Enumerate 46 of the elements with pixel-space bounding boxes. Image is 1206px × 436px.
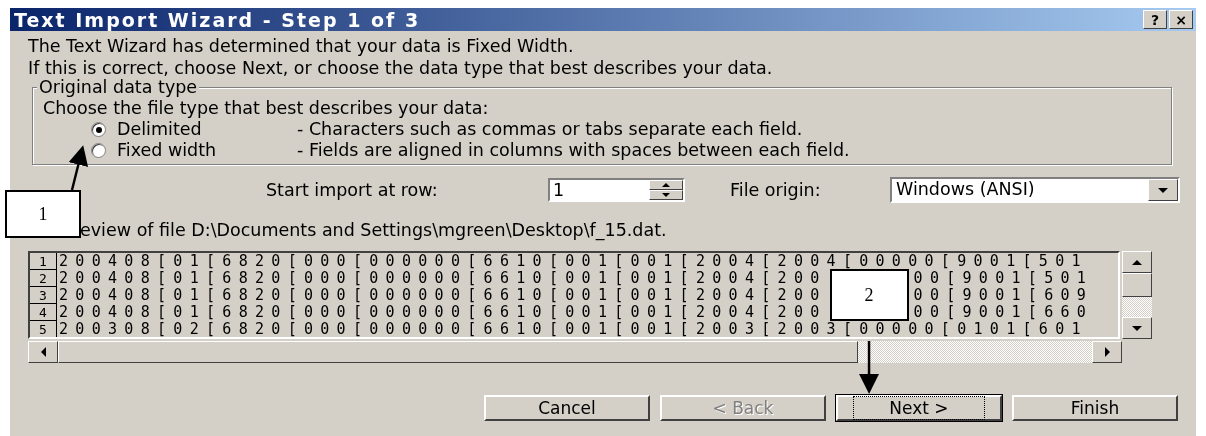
- row-text: 200308[02[6820[000[000000[6610[001[001[2003[2003[00000[0101[601: [58, 321, 1088, 337]
- callout-box: 1: [5, 190, 81, 238]
- row-text: 200408[01[6820[000[000000[6610[001[001[2004[2004[00000[9001[501: [58, 253, 1088, 270]
- row-number: 5: [30, 321, 57, 337]
- row-text: 200408[01[6820[000[000000[6610[001[001[2004[200: [58, 287, 827, 304]
- wizard-button[interactable]: Finish: [1012, 395, 1178, 421]
- dropdown-arrow-icon: [1158, 187, 1168, 193]
- group-label: Original data type: [37, 76, 200, 98]
- intro-text: If this is correct, choose Next, or choose the data type that best describes your data.: [28, 57, 774, 79]
- option-description: - Fields are aligned in columns with spaces between each field.: [297, 139, 850, 163]
- start-row-spinner[interactable]: 1: [548, 178, 685, 202]
- right-arrow-icon: [1104, 347, 1110, 357]
- left-arrow-icon: [40, 347, 46, 357]
- up-arrow-icon: [662, 183, 670, 187]
- row-number: 1: [30, 253, 57, 270]
- row-text: 00[9001[609: [912, 287, 1094, 304]
- horizontal-scrollbar[interactable]: [28, 341, 1122, 363]
- help-button[interactable]: ?: [1143, 10, 1167, 29]
- close-button[interactable]: ×: [1169, 10, 1193, 29]
- vertical-scrollbar[interactable]: [1122, 251, 1152, 339]
- preview-label: eview of file D:\Documents and Settings\mgreen\Desktop\f_15.dat.: [79, 219, 668, 241]
- radio-button[interactable]: [91, 143, 106, 158]
- down-arrow-icon: [1132, 325, 1142, 331]
- radio-button[interactable]: [91, 122, 106, 137]
- instruction-text: Choose the file type that best describes your data:: [43, 97, 490, 119]
- wizard-button[interactable]: Cancel: [484, 395, 650, 421]
- start-row-label: Start import at row:: [266, 178, 439, 202]
- file-origin-dropdown[interactable]: Windows (ANSI): [890, 177, 1180, 203]
- down-arrow-icon: [662, 193, 670, 197]
- up-arrow-icon: [1132, 259, 1142, 265]
- row-text: 00[9001[501: [912, 270, 1094, 287]
- option-label[interactable]: Fixed width: [117, 137, 297, 164]
- row-number: 4: [30, 304, 57, 321]
- option-description: - Characters such as commas or tabs separate each field.: [297, 118, 803, 142]
- row-text: 200408[01[6820[000[000000[6610[001[001[2004[200: [58, 270, 827, 287]
- row-text: 200408[01[6820[000[000000[6610[001[001[2004[200: [58, 304, 827, 321]
- arrow: [859, 341, 880, 394]
- arrow: [68, 145, 89, 191]
- wizard-button[interactable]: Next >: [836, 395, 1002, 421]
- intro-text: The Text Wizard has determined that your data is Fixed Width.: [28, 35, 575, 57]
- row-number: 2: [30, 270, 57, 287]
- window-title: Text Import Wizard - Step 1 of 3: [14, 8, 421, 31]
- row-number: 3: [30, 287, 57, 304]
- row-text: 00[9001[660: [912, 304, 1094, 321]
- callout-box: 2: [829, 269, 909, 321]
- file-origin-label: File origin:: [730, 178, 822, 202]
